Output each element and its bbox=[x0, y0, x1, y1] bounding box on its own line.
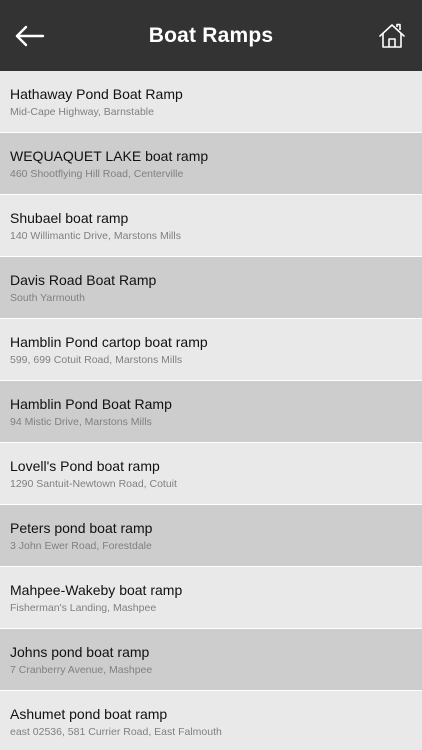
list-item[interactable]: Davis Road Boat Ramp South Yarmouth bbox=[0, 257, 422, 319]
list-item[interactable]: Ashumet pond boat ramp east 02536, 581 Cu… bbox=[0, 691, 422, 750]
page-title: Boat Ramps bbox=[148, 23, 274, 47]
back-button[interactable] bbox=[10, 16, 50, 56]
ramp-address: east 02536, 581 Currier Road, East Falmo… bbox=[10, 726, 222, 738]
ramp-name: Davis Road Boat Ramp bbox=[10, 272, 157, 288]
home-button[interactable] bbox=[372, 16, 412, 56]
boat-ramp-list: Hathaway Pond Boat Ramp Mid-Cape Highway,… bbox=[0, 71, 422, 750]
ramp-address: South Yarmouth bbox=[10, 292, 85, 304]
list-item[interactable]: WEQUAQUET LAKE boat ramp 460 Shootflying … bbox=[0, 133, 422, 195]
list-item[interactable]: Mahpee-Wakeby boat ramp Fisherman's Landi… bbox=[0, 567, 422, 629]
ramp-name: Shubael boat ramp bbox=[10, 210, 129, 226]
home-icon bbox=[379, 23, 405, 48]
list-item[interactable]: Shubael boat ramp 140 Willimantic Drive, … bbox=[0, 195, 422, 257]
arrow-left-icon bbox=[15, 25, 45, 47]
ramp-address: 3 John Ewer Road, Forestdale bbox=[10, 540, 152, 552]
ramp-address: 1290 Santuit-Newtown Road, Cotuit bbox=[10, 478, 177, 490]
ramp-address: 7 Cranberry Avenue, Mashpee bbox=[10, 664, 153, 676]
list-item[interactable]: Hathaway Pond Boat Ramp Mid-Cape Highway,… bbox=[0, 71, 422, 133]
ramp-name: Lovell's Pond boat ramp bbox=[10, 458, 160, 474]
ramp-address: 140 Willimantic Drive, Marstons Mills bbox=[10, 230, 181, 242]
ramp-name: Johns pond boat ramp bbox=[10, 644, 150, 660]
ramp-address: 460 Shootflying Hill Road, Centerville bbox=[10, 168, 184, 180]
ramp-address: 599, 699 Cotuit Road, Marstons Mills bbox=[10, 354, 183, 366]
list-item[interactable]: Lovell's Pond boat ramp 1290 Santuit-Newt… bbox=[0, 443, 422, 505]
list-item[interactable]: Peters pond boat ramp 3 John Ewer Road, F… bbox=[0, 505, 422, 567]
ramp-name: Mahpee-Wakeby boat ramp bbox=[10, 582, 183, 598]
ramp-address: Mid-Cape Highway, Barnstable bbox=[10, 106, 154, 118]
nav-bar: Boat Ramps bbox=[0, 0, 422, 71]
list-item[interactable]: Hamblin Pond Boat Ramp 94 Mistic Drive, M… bbox=[0, 381, 422, 443]
ramp-name: Ashumet pond boat ramp bbox=[10, 706, 168, 722]
ramp-name: WEQUAQUET LAKE boat ramp bbox=[10, 148, 209, 164]
ramp-name: Hamblin Pond Boat Ramp bbox=[10, 396, 172, 412]
screen: Boat Ramps Hathaway Pond Boat Ramp Mid-Ca… bbox=[0, 0, 422, 750]
ramp-address: Fisherman's Landing, Mashpee bbox=[10, 602, 157, 614]
list-item[interactable]: Johns pond boat ramp 7 Cranberry Avenue, … bbox=[0, 629, 422, 691]
ramp-name: Hamblin Pond cartop boat ramp bbox=[10, 334, 208, 350]
ramp-address: 94 Mistic Drive, Marstons Mills bbox=[10, 416, 152, 428]
ramp-name: Peters pond boat ramp bbox=[10, 520, 153, 536]
list-item[interactable]: Hamblin Pond cartop boat ramp 599, 699 Co… bbox=[0, 319, 422, 381]
ramp-name: Hathaway Pond Boat Ramp bbox=[10, 86, 183, 102]
